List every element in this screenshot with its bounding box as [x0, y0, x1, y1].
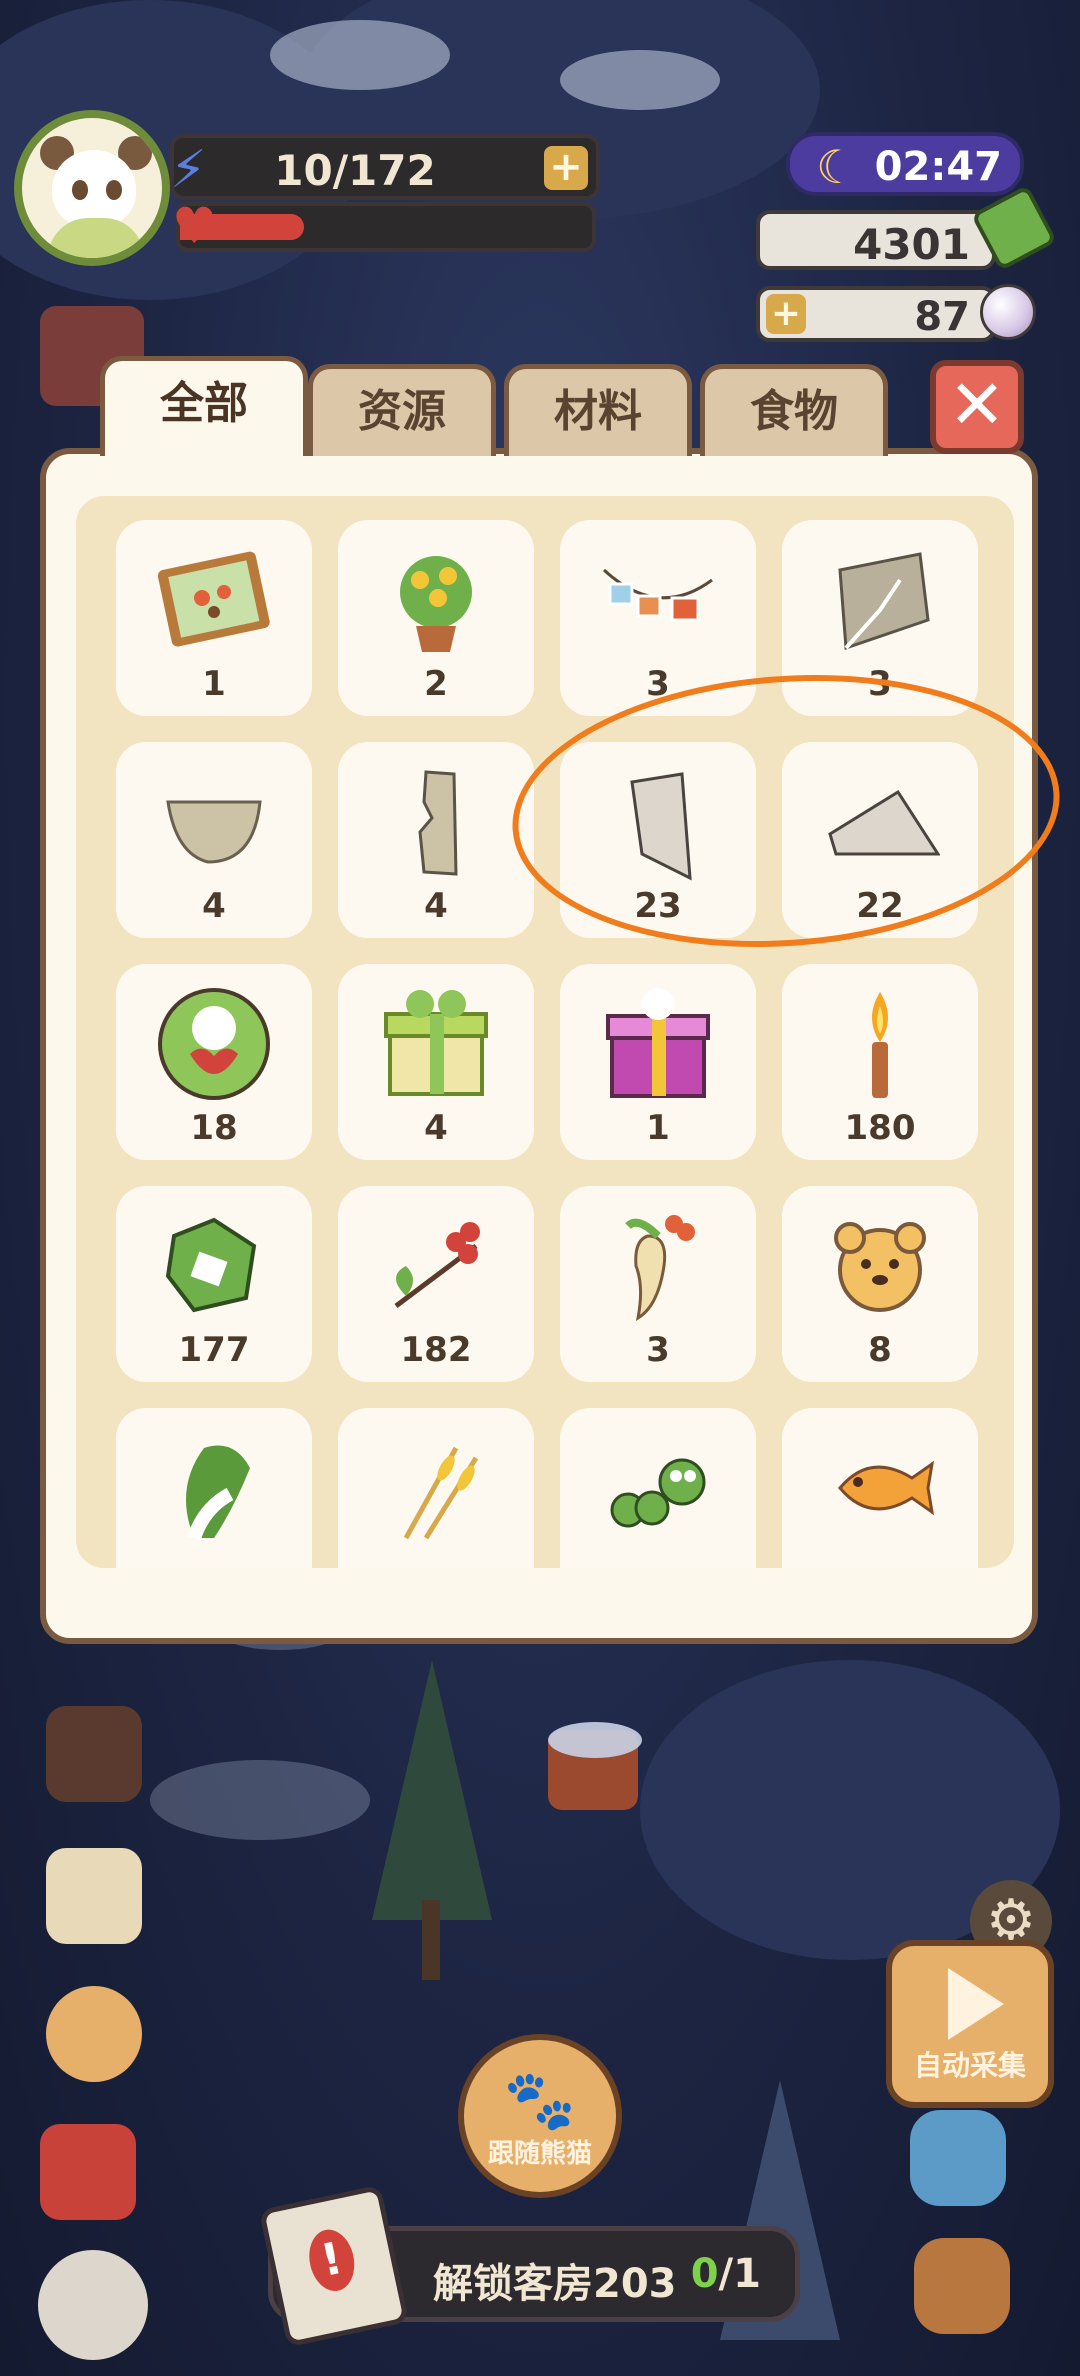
energy-value: 10/172 [274, 146, 436, 195]
search-button[interactable] [46, 1986, 142, 2082]
time-value: 02:47 [874, 144, 1002, 190]
tab-3[interactable]: 材料 [504, 364, 692, 456]
wheat-icon [376, 1428, 496, 1548]
pearl-value: 87 [914, 294, 970, 340]
paw-menu-button[interactable] [38, 2250, 148, 2360]
candle-icon [820, 984, 940, 1104]
backpack-button[interactable] [40, 2124, 136, 2220]
currency-display: 4301 [756, 210, 996, 270]
lightning-icon: ⚡ [170, 140, 207, 200]
currency-value: 4301 [853, 220, 970, 269]
flower-pot-icon [376, 540, 496, 660]
inventory-slot[interactable]: 22 [782, 742, 978, 938]
inventory-slot[interactable]: 1 [116, 520, 312, 716]
recipe-book-button[interactable] [46, 1706, 142, 1802]
close-button[interactable]: ✕ [930, 360, 1024, 454]
inventory-slot[interactable]: 2 [338, 520, 534, 716]
bok-choy-icon [154, 1428, 274, 1548]
inventory-panel: 1 2 3 3 4 4 23 22 18 4 1 180 177 182 3 8 [40, 448, 1038, 1644]
follow-panda-button[interactable]: 🐾 跟随熊猫 [458, 2034, 622, 2198]
inventory-slot[interactable]: 3 [560, 520, 756, 716]
whistle-button[interactable] [910, 2110, 1006, 2206]
inventory-slot[interactable]: 182 [338, 1186, 534, 1382]
tab-4[interactable]: 食物 [700, 364, 888, 456]
item-quantity: 23 [634, 886, 682, 926]
map-fragment-icon [820, 540, 940, 660]
item-quantity: 182 [400, 1330, 472, 1370]
item-quantity: 22 [856, 886, 904, 926]
inventory-slot[interactable] [116, 1408, 312, 1568]
map-fragment-triangle-icon [820, 762, 941, 882]
map-fragment-half-icon [154, 762, 274, 882]
item-quantity: 3 [868, 664, 892, 704]
berry-branch-icon [376, 1206, 496, 1326]
task-progress: 0/1 [690, 2251, 761, 2297]
tab-2[interactable]: 资源 [308, 364, 496, 456]
ginseng-root-icon [598, 1206, 718, 1326]
inventory-slot[interactable]: 3 [782, 520, 978, 716]
butterfly-frame-icon [154, 540, 274, 660]
bear-cookie-icon [820, 1206, 940, 1326]
inventory-slot[interactable] [782, 1408, 978, 1568]
item-quantity: 2 [424, 664, 448, 704]
inventory-slot[interactable]: 4 [338, 742, 534, 938]
leafy-scrap-icon [154, 1206, 274, 1326]
inventory-grid: 1 2 3 3 4 4 23 22 18 4 1 180 177 182 3 8 [76, 496, 1014, 1568]
energy-bar: 10/172 + [170, 134, 600, 200]
item-quantity: 4 [202, 886, 226, 926]
task-label: 解锁客房203 [433, 2261, 677, 2307]
item-quantity: 180 [844, 1108, 916, 1148]
heart-icon: ♥ [172, 197, 217, 255]
item-quantity: 4 [424, 1108, 448, 1148]
inventory-slot[interactable]: 180 [782, 964, 978, 1160]
caterpillar-icon [598, 1428, 718, 1548]
inventory-tabs: 全部 资源 材料 食物 [100, 356, 1020, 456]
item-quantity: 3 [646, 1330, 670, 1370]
pearl-icon [980, 284, 1036, 340]
map-fragment-shard-icon [598, 762, 718, 882]
photo-garland-icon [598, 540, 718, 660]
item-quantity: 1 [646, 1108, 670, 1148]
item-quantity: 4 [424, 886, 448, 926]
house-button[interactable] [914, 2238, 1010, 2334]
follow-panda-label: 跟随熊猫 [487, 2139, 592, 2169]
inventory-slot[interactable]: 8 [782, 1186, 978, 1382]
pink-gift-box-icon [598, 984, 718, 1104]
add-energy-button[interactable]: + [544, 146, 588, 190]
item-quantity: 177 [178, 1330, 250, 1370]
inventory-slot[interactable]: 18 [116, 964, 312, 1160]
item-quantity: 1 [202, 664, 226, 704]
inventory-slot[interactable]: 4 [338, 964, 534, 1160]
wardrobe-button[interactable] [46, 1848, 142, 1944]
play-icon [948, 1968, 1004, 2040]
pearl-display: + 87 [756, 286, 996, 342]
auto-collect-button[interactable]: 自动采集 [886, 1940, 1054, 2108]
health-bar [176, 202, 596, 252]
item-quantity: 3 [646, 664, 670, 704]
item-quantity: 18 [190, 1108, 238, 1148]
fish-icon [820, 1428, 940, 1548]
time-display: ☾ 02:47 [786, 132, 1024, 196]
paw-icon: 🐾 [503, 2066, 577, 2134]
green-gift-box-icon [376, 984, 496, 1104]
inventory-slot[interactable]: 177 [116, 1186, 312, 1382]
player-avatar[interactable] [14, 110, 170, 266]
inventory-slot[interactable]: 1 [560, 964, 756, 1160]
auto-collect-label: 自动采集 [913, 2049, 1026, 2082]
item-quantity: 8 [868, 1330, 892, 1370]
map-fragment-strip-icon [376, 762, 496, 882]
tab-1[interactable]: 全部 [100, 356, 308, 456]
panda-heart-badge-icon [154, 984, 274, 1104]
inventory-slot[interactable]: 4 [116, 742, 312, 938]
inventory-slot[interactable] [560, 1408, 756, 1568]
inventory-slot[interactable] [338, 1408, 534, 1568]
moon-icon: ☾ [816, 140, 858, 194]
inventory-slot[interactable]: 23 [560, 742, 756, 938]
inventory-slot[interactable]: 3 [560, 1186, 756, 1382]
add-pearls-button[interactable]: + [766, 294, 806, 334]
